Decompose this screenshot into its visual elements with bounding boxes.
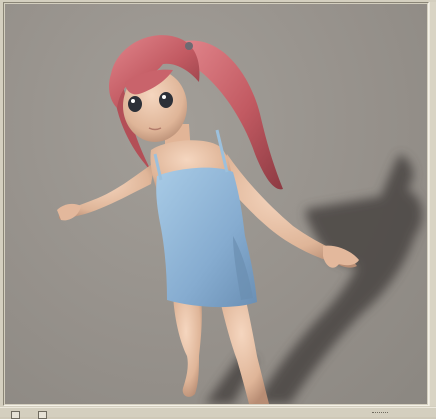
eye-highlight <box>162 95 166 99</box>
render-window <box>0 0 436 419</box>
render-viewport[interactable] <box>5 4 427 404</box>
eye-right <box>159 92 173 108</box>
render-icon[interactable] <box>38 411 47 419</box>
rendered-figure <box>57 35 423 404</box>
resize-grip[interactable] <box>372 412 388 416</box>
eye-left <box>128 96 142 112</box>
view-icon[interactable] <box>11 411 20 419</box>
hand-left <box>57 203 81 221</box>
eye-highlight <box>131 99 135 103</box>
hair-tie <box>185 42 193 50</box>
leg-left <box>173 296 202 397</box>
window-edge <box>429 2 436 406</box>
